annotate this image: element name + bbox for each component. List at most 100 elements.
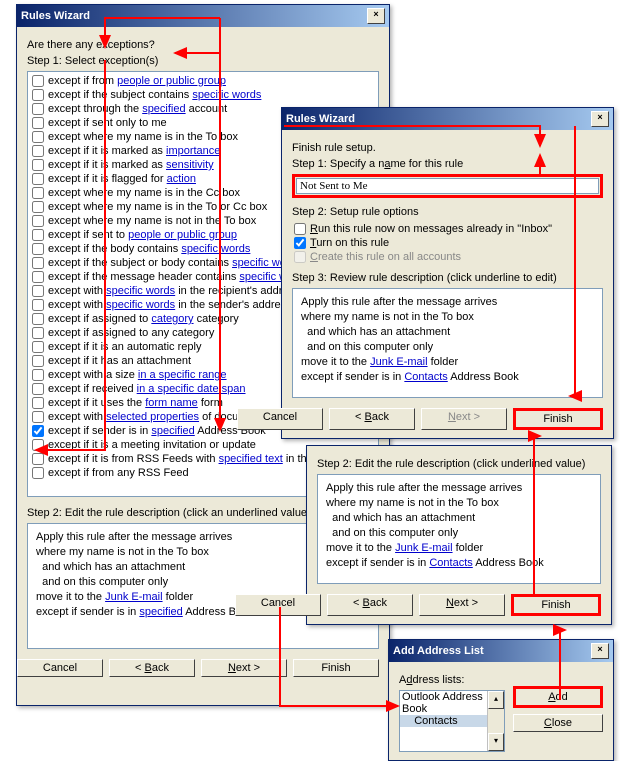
rule-description-box[interactable]: Apply this rule after the message arrive…	[317, 474, 601, 584]
exception-checkbox[interactable]	[32, 173, 44, 185]
close-icon[interactable]: ×	[591, 111, 609, 127]
title-text: Rules Wizard	[21, 10, 90, 22]
exception-checkbox[interactable]	[32, 215, 44, 227]
exception-checkbox[interactable]	[32, 229, 44, 241]
turn-on-checkbox[interactable]	[294, 237, 306, 249]
exception-link[interactable]: action	[167, 173, 196, 185]
title-text: Rules Wizard	[286, 113, 355, 125]
junk-email-link[interactable]: Junk E-mail	[370, 356, 427, 368]
exception-link[interactable]: specified text	[219, 453, 283, 465]
exception-checkbox[interactable]	[32, 425, 44, 437]
back-button[interactable]: < Back	[329, 408, 415, 430]
exception-checkbox[interactable]	[32, 243, 44, 255]
add-button[interactable]: Add	[513, 686, 603, 708]
exception-link[interactable]: category	[151, 313, 193, 325]
exception-link[interactable]: people or public group	[128, 229, 237, 241]
run-now-checkbox[interactable]	[294, 223, 306, 235]
exception-checkbox[interactable]	[32, 327, 44, 339]
exception-checkbox[interactable]	[32, 411, 44, 423]
desc-line: and which has an attachment	[326, 511, 592, 526]
contacts-link[interactable]: Contacts	[429, 557, 472, 569]
exception-link[interactable]: specific words	[181, 243, 250, 255]
exception-checkbox[interactable]	[32, 201, 44, 213]
close-icon[interactable]: ×	[367, 8, 385, 24]
exception-link[interactable]: in a specific range	[138, 369, 227, 381]
exception-link[interactable]: specified	[151, 425, 194, 437]
exception-checkbox[interactable]	[32, 299, 44, 311]
address-lists-listbox[interactable]: Outlook Address Book Contacts ▴ ▾	[399, 690, 505, 752]
exception-checkbox[interactable]	[32, 383, 44, 395]
close-icon[interactable]: ×	[591, 643, 609, 659]
contacts-link[interactable]: Contacts	[404, 371, 447, 383]
next-button: Next >	[421, 408, 507, 430]
cancel-button[interactable]: Cancel	[237, 408, 323, 430]
exception-link[interactable]: in a specific date span	[137, 383, 246, 395]
step2-label: Step 2: Edit the rule description (click…	[317, 458, 601, 470]
exception-checkbox[interactable]	[32, 369, 44, 381]
exception-checkbox[interactable]	[32, 159, 44, 171]
exception-checkbox[interactable]	[32, 453, 44, 465]
exception-checkbox[interactable]	[32, 89, 44, 101]
rule-name-input[interactable]	[296, 178, 599, 194]
scroll-down-icon[interactable]: ▾	[488, 733, 504, 751]
exception-item[interactable]: except if from people or public group	[30, 74, 376, 88]
scrollbar[interactable]: ▴ ▾	[487, 691, 504, 751]
exception-checkbox[interactable]	[32, 75, 44, 87]
specified-link[interactable]: specified	[139, 606, 182, 618]
all-accounts-option: Create this rule on all accounts	[292, 250, 603, 264]
exception-link[interactable]: selected properties	[106, 411, 199, 423]
title-text: Add Address List	[393, 645, 484, 657]
exception-link[interactable]: people or public group	[117, 75, 226, 87]
exception-checkbox[interactable]	[32, 285, 44, 297]
run-now-option[interactable]: Run this rule now on messages already in…	[292, 222, 603, 236]
cancel-button[interactable]: Cancel	[235, 594, 321, 616]
desc-line: Apply this rule after the message arrive…	[301, 295, 594, 310]
exception-link[interactable]: form name	[145, 397, 198, 409]
exception-checkbox[interactable]	[32, 257, 44, 269]
junk-email-link[interactable]: Junk E-mail	[395, 542, 452, 554]
exception-checkbox[interactable]	[32, 271, 44, 283]
exception-checkbox[interactable]	[32, 187, 44, 199]
exception-checkbox[interactable]	[32, 341, 44, 353]
exception-checkbox[interactable]	[32, 145, 44, 157]
junk-email-link[interactable]: Junk E-mail	[105, 591, 162, 603]
exception-link[interactable]: specified	[142, 103, 185, 115]
cancel-button[interactable]: Cancel	[17, 659, 103, 677]
exception-link[interactable]: specific words	[106, 299, 175, 311]
titlebar: Rules Wizard ×	[17, 5, 389, 27]
exception-checkbox[interactable]	[32, 439, 44, 451]
exceptions-question: Are there any exceptions?	[27, 39, 379, 51]
finish-button[interactable]: Finish	[293, 659, 379, 677]
desc-line: move it to the Junk E-mail folder	[326, 541, 592, 556]
close-button[interactable]: Close	[513, 714, 603, 732]
desc-line: and on this computer only	[326, 526, 592, 541]
exception-checkbox[interactable]	[32, 313, 44, 325]
rules-wizard-finish-dialog: Rules Wizard × Finish rule setup. Step 1…	[281, 107, 614, 439]
back-button[interactable]: < Back	[327, 594, 413, 616]
exception-item[interactable]: except if the subject contains specific …	[30, 88, 376, 102]
finish-button[interactable]: Finish	[513, 408, 603, 430]
desc-line: except if sender is in Contacts Address …	[326, 556, 592, 571]
next-button[interactable]: Next >	[419, 594, 505, 616]
exception-link[interactable]: specific words	[106, 285, 175, 297]
rule-name-highlight	[292, 174, 603, 198]
rule-description-box[interactable]: Apply this rule after the message arrive…	[292, 288, 603, 398]
exception-link[interactable]: importance	[166, 145, 220, 157]
scroll-up-icon[interactable]: ▴	[488, 691, 504, 709]
add-address-list-dialog: Add Address List × Address lists: Outloo…	[388, 639, 614, 761]
desc-line: and on this computer only	[301, 340, 594, 355]
exception-checkbox[interactable]	[32, 397, 44, 409]
all-accounts-checkbox	[294, 251, 306, 263]
step1-label: Step 1: Select exception(s)	[27, 55, 379, 67]
exception-checkbox[interactable]	[32, 131, 44, 143]
exception-link[interactable]: specific words	[192, 89, 261, 101]
finish-button[interactable]: Finish	[511, 594, 601, 616]
exception-checkbox[interactable]	[32, 467, 44, 479]
exception-checkbox[interactable]	[32, 117, 44, 129]
exception-checkbox[interactable]	[32, 103, 44, 115]
next-button[interactable]: Next >	[201, 659, 287, 677]
exception-checkbox[interactable]	[32, 355, 44, 367]
turn-on-option[interactable]: Turn on this rule	[292, 236, 603, 250]
back-button[interactable]: < Back	[109, 659, 195, 677]
exception-link[interactable]: sensitivity	[166, 159, 214, 171]
